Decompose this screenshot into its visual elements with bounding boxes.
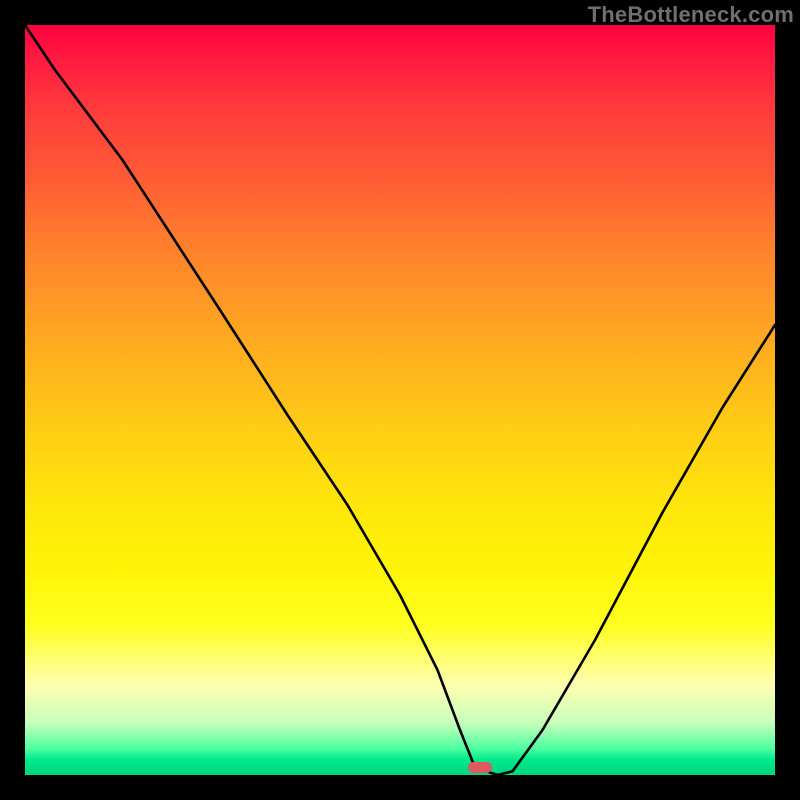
chart-frame: TheBottleneck.com — [0, 0, 800, 800]
bottleneck-curve — [25, 25, 775, 775]
watermark-text: TheBottleneck.com — [588, 2, 794, 28]
curve-path — [25, 25, 775, 775]
optimal-marker — [468, 762, 492, 773]
